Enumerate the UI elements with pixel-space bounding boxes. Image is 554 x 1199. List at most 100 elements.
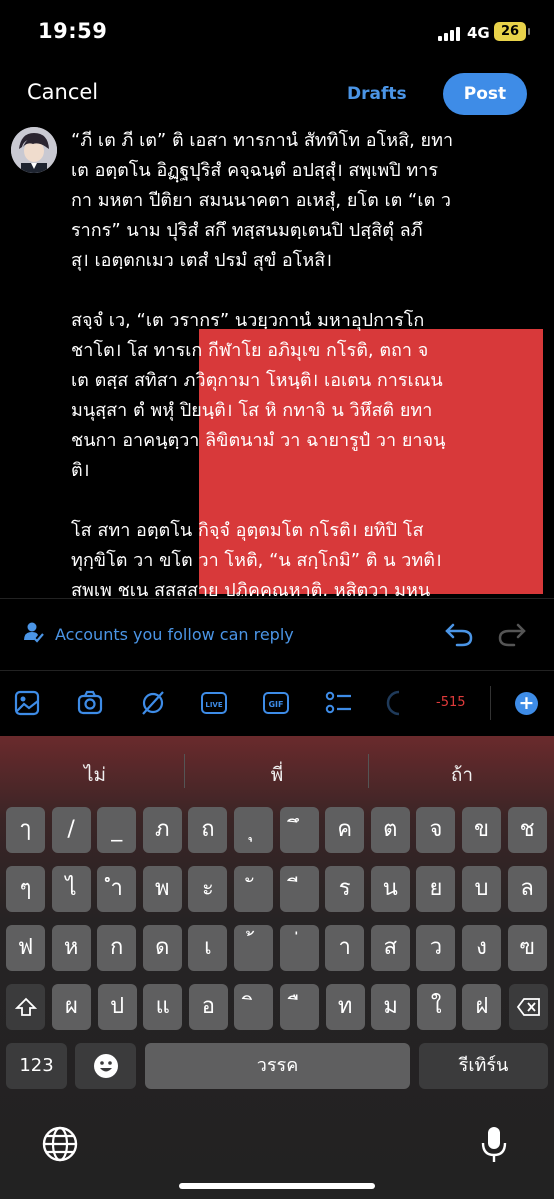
- network-type: 4G: [467, 24, 490, 42]
- suggestion-divider: [368, 754, 369, 788]
- add-thread-icon[interactable]: +: [515, 692, 538, 715]
- key-row2-11[interactable]: ล: [507, 866, 547, 912]
- key-row4-4[interactable]: ิ: [234, 984, 274, 1030]
- numbers-key[interactable]: 123: [6, 1043, 67, 1089]
- redo-icon[interactable]: [497, 620, 527, 652]
- character-limit-ring-icon: [386, 690, 412, 720]
- key-row1-6[interactable]: ึ: [279, 807, 319, 853]
- text-line: ชาโต। โส ทารเก กีฬาโย อภิมุเข กโรติ, ตถา…: [71, 340, 429, 361]
- key-row4-6[interactable]: ท: [325, 984, 365, 1030]
- key-row3-4[interactable]: เ: [188, 925, 228, 971]
- key-row1-3[interactable]: ภ: [142, 807, 182, 853]
- globe-icon[interactable]: [40, 1124, 80, 1168]
- key-row1-11[interactable]: ช: [507, 807, 547, 853]
- camera-icon[interactable]: [77, 690, 103, 720]
- key-row4-3[interactable]: อ: [188, 984, 228, 1030]
- key-row1-1[interactable]: /: [51, 807, 91, 853]
- key-row2-8[interactable]: น: [370, 866, 410, 912]
- key-row4-8[interactable]: ใ: [416, 984, 456, 1030]
- key-row2-2[interactable]: ำ: [97, 866, 137, 912]
- key-row4-2[interactable]: แ: [143, 984, 183, 1030]
- text-line: “ภี เต ภี เต” ติ เอสา ทารกานํ สัททิโท อโ…: [71, 130, 454, 151]
- key-row2-10[interactable]: บ: [462, 866, 501, 912]
- suggestion-2[interactable]: พี่: [217, 760, 337, 790]
- image-icon[interactable]: [14, 690, 40, 720]
- key-row3-0[interactable]: ฟ: [6, 925, 45, 971]
- key-row1-9[interactable]: จ: [416, 807, 456, 853]
- post-button[interactable]: Post: [443, 73, 527, 115]
- emoji-icon[interactable]: [75, 1043, 136, 1089]
- key-row2-3[interactable]: พ: [142, 866, 182, 912]
- key-row2-6[interactable]: ี: [279, 866, 319, 912]
- battery-icon: 26: [494, 22, 530, 41]
- delete-key[interactable]: [509, 984, 548, 1030]
- home-indicator: [179, 1183, 375, 1189]
- status-time: 19:59: [38, 19, 108, 43]
- key-row4-1[interactable]: ป: [97, 984, 137, 1030]
- key-row2-4[interactable]: ะ: [188, 866, 228, 912]
- divider: [0, 670, 554, 671]
- key-row1-10[interactable]: ข: [462, 807, 501, 853]
- key-row2-9[interactable]: ย: [416, 866, 456, 912]
- key-row1-0[interactable]: ๅ: [6, 807, 45, 853]
- key-row4-0[interactable]: ผ: [52, 984, 91, 1030]
- text-line: มนุสฺสา ตํ พหุํ ปิยนฺติ। โส หิ กทาจิ น ว…: [71, 400, 433, 421]
- key-row3-6[interactable]: ่: [279, 925, 319, 971]
- cancel-button[interactable]: Cancel: [27, 80, 98, 104]
- microphone-icon[interactable]: [480, 1124, 508, 1168]
- text-line: สพฺเพ ชเน สุสฺสูสาย ปฏิคฺคณฺหาติ, หสิตฺว…: [71, 580, 431, 596]
- text-line: ทุกฺขิโต วา ขโต วา โหติ, “น สกฺโกมิ” ติ …: [71, 550, 442, 571]
- gif-label: GIF: [268, 700, 283, 709]
- text-line: สุ। เอตฺตกเมว เตสํ ปรมํ สุขํ อโหสิ।: [71, 250, 333, 271]
- key-row1-8[interactable]: ต: [370, 807, 410, 853]
- key-row3-3[interactable]: ด: [142, 925, 182, 971]
- key-row1-4[interactable]: ถ: [188, 807, 228, 853]
- key-row3-11[interactable]: ฃ: [507, 925, 547, 971]
- gif-search-icon[interactable]: [140, 690, 166, 720]
- key-row2-1[interactable]: ไ: [51, 866, 91, 912]
- reply-settings-button[interactable]: Accounts you follow can reply: [55, 625, 294, 644]
- text-line: กา มหตา ปีติยา สมนนาคตา อเหสุํ, ยโต เต “…: [71, 190, 452, 211]
- shift-key[interactable]: [6, 984, 45, 1030]
- live-icon[interactable]: LIVE: [201, 690, 227, 720]
- suggestion-1[interactable]: ไม่: [35, 760, 155, 790]
- undo-icon[interactable]: [444, 620, 474, 652]
- text-line: ติ।: [71, 460, 90, 481]
- text-line: ชนกา อาคนฺตฺวา ลิขิตนามํ วา ฉายารูปํ วา …: [71, 430, 446, 451]
- key-row3-10[interactable]: ง: [462, 925, 501, 971]
- key-row2-0[interactable]: ๆ: [6, 866, 45, 912]
- text-line: รากร” นาม ปุริสํ สกึ ทสฺสนมตฺเตนปิ ปสฺสิ…: [71, 220, 423, 241]
- compose-textarea[interactable]: “ภี เต ภี เต” ติ เอสา ทารกานํ สัททิโท อโ…: [71, 126, 549, 596]
- divider: [0, 598, 554, 599]
- key-row3-7[interactable]: า: [325, 925, 365, 971]
- suggestion-3[interactable]: ถ้า: [402, 760, 522, 790]
- key-row3-1[interactable]: ห: [51, 925, 91, 971]
- text-line: โส สทา อตฺตโน กิจฺจํ อุตฺตมโต กโรติ। ยทิ…: [71, 520, 424, 541]
- suggestion-divider: [184, 754, 185, 788]
- return-key[interactable]: รีเทิร์น: [419, 1043, 548, 1089]
- key-row3-5[interactable]: ้: [234, 925, 273, 971]
- key-row3-8[interactable]: ส: [370, 925, 410, 971]
- key-row4-7[interactable]: ม: [371, 984, 411, 1030]
- key-row2-7[interactable]: ร: [325, 866, 365, 912]
- avatar[interactable]: [11, 127, 57, 173]
- character-count: -515: [436, 695, 466, 710]
- drafts-button[interactable]: Drafts: [347, 84, 407, 104]
- gif-icon[interactable]: GIF: [263, 690, 289, 720]
- poll-icon[interactable]: [325, 690, 353, 720]
- key-row2-5[interactable]: ั: [234, 866, 273, 912]
- live-label: LIVE: [205, 701, 222, 709]
- key-row4-5[interactable]: ื: [280, 984, 319, 1030]
- key-row1-2[interactable]: _: [97, 807, 137, 853]
- text-line: เต อตฺตโน อิฏฺฐปุริสํ คจฺฉนฺตํ อปสฺสุํ। …: [71, 160, 439, 181]
- space-key[interactable]: วรรค: [145, 1043, 410, 1089]
- key-row1-5[interactable]: ุ: [234, 807, 273, 853]
- toolbar-divider: [490, 686, 491, 720]
- key-row3-9[interactable]: ว: [416, 925, 456, 971]
- status-bar: 19:59 4G 26: [0, 0, 554, 66]
- key-row1-7[interactable]: ค: [325, 807, 365, 853]
- text-line: เต ตสฺส สทิสา ภวิตุกามา โหนฺติ। เอเตน กา…: [71, 370, 443, 391]
- key-row4-9[interactable]: ฝ: [462, 984, 502, 1030]
- people-icon[interactable]: [24, 621, 44, 647]
- key-row3-2[interactable]: ก: [97, 925, 137, 971]
